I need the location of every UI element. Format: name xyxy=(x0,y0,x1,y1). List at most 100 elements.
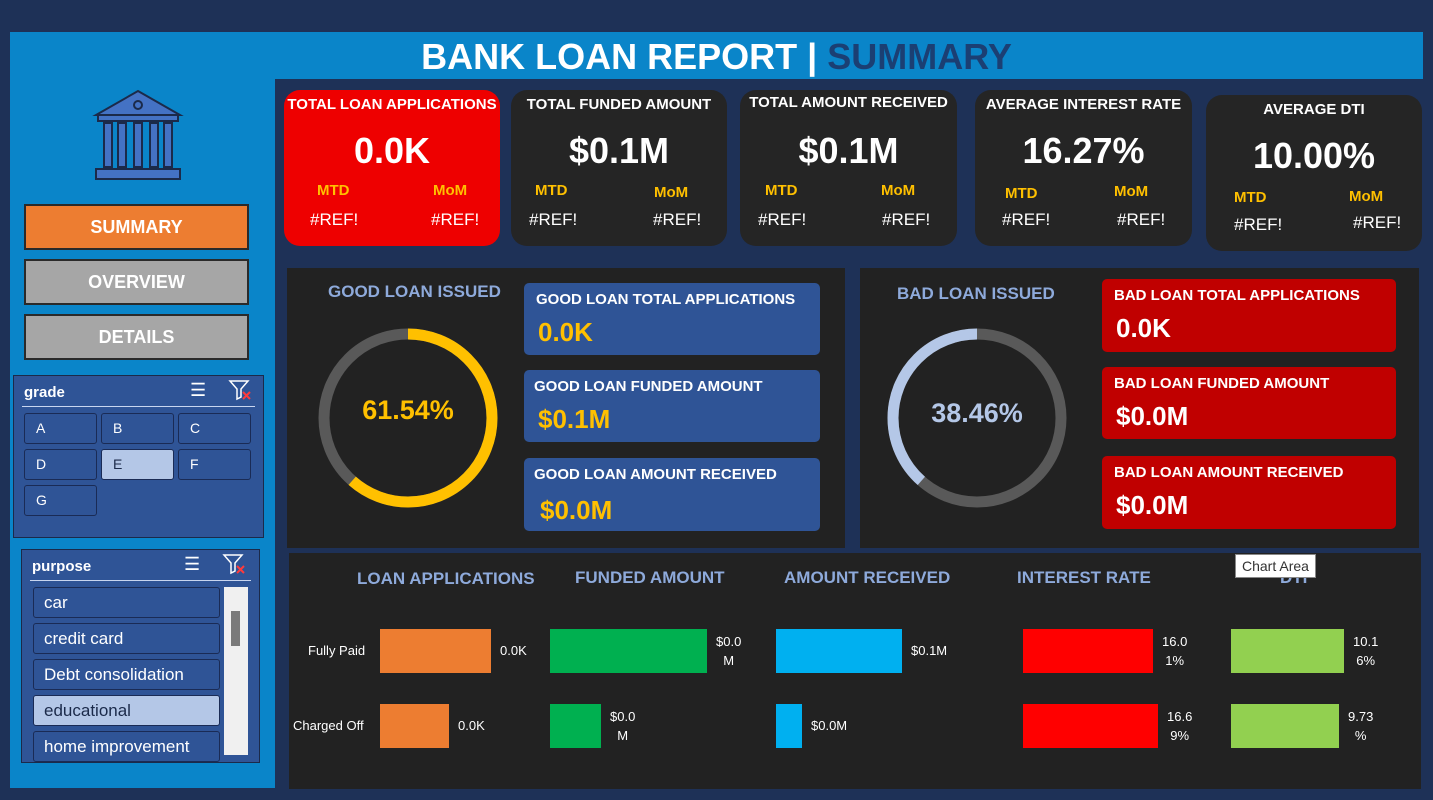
card-title: GOOD LOAN TOTAL APPLICATIONS xyxy=(536,291,796,308)
title-separator: | xyxy=(807,36,818,77)
kpi-mtd-value: #REF! xyxy=(310,210,359,229)
good-loan-received-card: GOOD LOAN AMOUNT RECEIVED $0.0M xyxy=(524,458,820,531)
kpi-average-dti: AVERAGE DTI 10.00% MTD MoM #REF! #REF! xyxy=(1206,95,1422,251)
bank-icon xyxy=(88,85,188,185)
dti-data-label: 9.73% xyxy=(1348,709,1374,743)
funded-amount-bar-fully-paid[interactable] xyxy=(550,629,707,673)
kpi-mom-value: #REF! xyxy=(882,210,931,229)
kpi-mom-label: MoM xyxy=(881,182,916,199)
slicer-divider xyxy=(22,406,255,407)
good-loan-percent: 61.54% xyxy=(362,395,454,425)
kpi-mom-label: MoM xyxy=(433,182,468,199)
category-label-fully-paid: Fully Paid xyxy=(308,643,366,658)
kpi-mtd-value: #REF! xyxy=(529,210,578,229)
card-title: BAD LOAN FUNDED AMOUNT xyxy=(1114,375,1330,392)
grade-option-f[interactable]: F xyxy=(178,449,251,480)
good-loan-applications-card: GOOD LOAN TOTAL APPLICATIONS 0.0K xyxy=(524,283,820,355)
report-subtitle: SUMMARY xyxy=(827,36,1012,77)
kpi-total-funded-amount: TOTAL FUNDED AMOUNT $0.1M MTD MoM #REF! … xyxy=(511,90,727,246)
bad-loan-title: BAD LOAN ISSUED xyxy=(897,284,1055,303)
purpose-option-home-improvement[interactable]: home improvement xyxy=(33,731,220,762)
chart-title-loan-applications: LOAN APPLICATIONS xyxy=(357,569,535,588)
kpi-mtd-label: MTD xyxy=(1005,185,1038,202)
interest-rate-data-label: 16.6 9% xyxy=(1167,709,1193,743)
card-title: BAD LOAN AMOUNT RECEIVED xyxy=(1114,464,1344,481)
clear-filter-icon[interactable] xyxy=(222,553,246,580)
chart-title-funded-amount: FUNDED AMOUNT xyxy=(575,568,725,587)
interest-rate-bar-fully-paid[interactable] xyxy=(1023,629,1153,673)
amount-received-bar-fully-paid[interactable] xyxy=(776,629,902,673)
grade-option-c[interactable]: C xyxy=(178,413,251,444)
funded-amount-data-label: $0.0 M xyxy=(716,634,742,668)
bad-loan-panel: BAD LOAN ISSUED 38.46% BAD LOAN TOTAL AP… xyxy=(860,268,1419,548)
grade-slicer-label: grade xyxy=(24,384,65,401)
kpi-mtd-label: MTD xyxy=(317,182,350,199)
kpi-title: AVERAGE INTEREST RATE xyxy=(985,96,1182,113)
grade-option-e[interactable]: E xyxy=(101,449,174,480)
kpi-mom-label: MoM xyxy=(1349,188,1384,205)
category-label-charged-off: Charged Off xyxy=(293,718,364,733)
amount-received-bar-charged-off[interactable] xyxy=(776,704,802,748)
kpi-title: TOTAL LOAN APPLICATIONS xyxy=(287,96,497,113)
report-title-bar: BANK LOAN REPORT | SUMMARY xyxy=(10,32,1423,79)
dti-bar-fully-paid[interactable] xyxy=(1231,629,1344,673)
kpi-mom-value: #REF! xyxy=(1353,213,1402,232)
purpose-option-credit-card[interactable]: credit card xyxy=(33,623,220,654)
kpi-mtd-label: MTD xyxy=(765,182,798,199)
good-loan-panel: GOOD LOAN ISSUED 61.54% GOOD LOAN TOTAL … xyxy=(287,268,845,548)
kpi-mom-value: #REF! xyxy=(1117,210,1166,229)
kpi-value: 16.27% xyxy=(1022,130,1145,171)
purpose-slicer-label: purpose xyxy=(32,558,92,575)
kpi-mom-label: MoM xyxy=(1114,183,1149,200)
card-title: GOOD LOAN FUNDED AMOUNT xyxy=(534,378,763,395)
amount-received-data-label: $0.1M xyxy=(911,643,948,658)
card-value: 0.0K xyxy=(538,317,593,347)
card-value: 0.0K xyxy=(1116,313,1171,343)
dti-bar-charged-off[interactable] xyxy=(1231,704,1339,748)
multi-select-icon[interactable]: ☰ xyxy=(190,380,206,401)
grade-option-b[interactable]: B xyxy=(101,413,174,444)
card-value: $0.0M xyxy=(1116,401,1189,431)
grade-option-d[interactable]: D xyxy=(24,449,97,480)
nav-details-button[interactable]: DETAILS xyxy=(24,314,249,360)
good-loan-title: GOOD LOAN ISSUED xyxy=(328,282,501,301)
loan-applications-bar-fully-paid[interactable] xyxy=(380,629,491,673)
kpi-title: TOTAL FUNDED AMOUNT xyxy=(526,96,712,113)
kpi-mom-value: #REF! xyxy=(653,210,702,229)
interest-rate-bar-charged-off[interactable] xyxy=(1023,704,1158,748)
kpi-title: AVERAGE DTI xyxy=(1263,101,1365,118)
kpi-mtd-value: #REF! xyxy=(1002,210,1051,229)
purpose-option-educational[interactable]: educational xyxy=(33,695,220,726)
chart-area-tooltip: Chart Area xyxy=(1235,554,1316,578)
purpose-option-car[interactable]: car xyxy=(33,587,220,618)
kpi-value: $0.1M xyxy=(568,130,670,171)
nav-overview-button[interactable]: OVERVIEW xyxy=(24,259,249,305)
nav-summary-button[interactable]: SUMMARY xyxy=(24,204,249,250)
sidebar: SUMMARY OVERVIEW DETAILS grade ☰ A B C D… xyxy=(10,79,275,788)
scrollbar-thumb[interactable] xyxy=(231,611,240,646)
funded-amount-bar-charged-off[interactable] xyxy=(550,704,601,748)
report-title: BANK LOAN REPORT xyxy=(421,36,798,77)
kpi-mom-label: MoM xyxy=(654,184,689,201)
clear-filter-icon[interactable] xyxy=(228,379,252,406)
kpi-mtd-label: MTD xyxy=(1234,189,1267,206)
grade-option-a[interactable]: A xyxy=(24,413,97,444)
bad-loan-applications-card: BAD LOAN TOTAL APPLICATIONS 0.0K xyxy=(1102,279,1396,352)
card-title: BAD LOAN TOTAL APPLICATIONS xyxy=(1114,287,1360,304)
multi-select-icon[interactable]: ☰ xyxy=(184,554,200,575)
bad-loan-funded-card: BAD LOAN FUNDED AMOUNT $0.0M xyxy=(1102,367,1396,439)
chart-title-interest-rate: INTEREST RATE xyxy=(1017,568,1151,587)
dti-data-label: 10.1 6% xyxy=(1353,634,1379,668)
kpi-title: TOTAL AMOUNT RECEIVED xyxy=(749,94,948,111)
grade-slicer: grade ☰ A B C D E F G xyxy=(13,375,264,538)
card-value: $0.0M xyxy=(1116,490,1189,520)
purpose-slicer: purpose ☰ car credit card Debt consolida… xyxy=(21,549,260,763)
loan-applications-data-label: 0.0K xyxy=(458,718,485,733)
card-title: GOOD LOAN AMOUNT RECEIVED xyxy=(534,466,777,483)
grade-option-g[interactable]: G xyxy=(24,485,97,516)
loan-applications-data-label: 0.0K xyxy=(500,643,527,658)
slicer-scrollbar[interactable] xyxy=(224,587,248,755)
interest-rate-data-label: 16.0 1% xyxy=(1162,634,1188,668)
purpose-option-debt-consolidation[interactable]: Debt consolidation xyxy=(33,659,220,690)
loan-applications-bar-charged-off[interactable] xyxy=(380,704,449,748)
